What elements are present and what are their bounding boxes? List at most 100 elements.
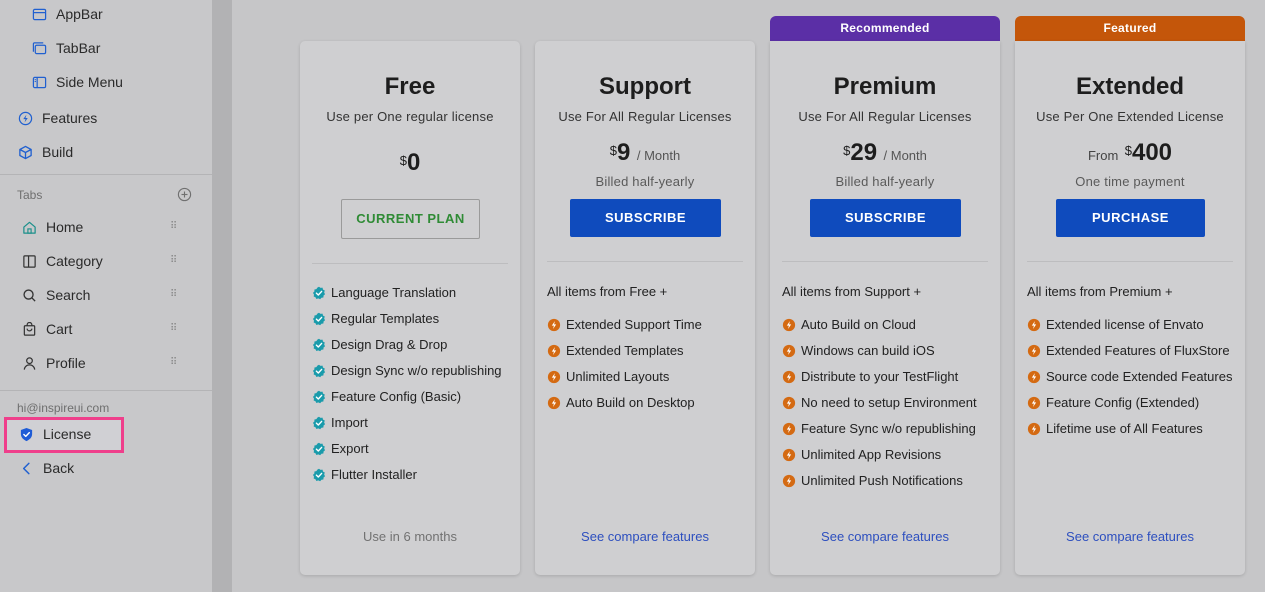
sidebar-item-search[interactable]: Search (21, 284, 90, 306)
drag-handle-icon[interactable]: ⠿ (170, 255, 177, 266)
price-period: / Month (636, 148, 681, 163)
plan-subtitle: Use per One regular license (326, 109, 494, 124)
sidebar-item-category[interactable]: Category (21, 250, 103, 272)
category-icon (21, 253, 37, 269)
verified-check-icon (312, 442, 326, 456)
sidebar-splitter[interactable] (212, 0, 232, 592)
sidebar-item-side-menu[interactable]: Side Menu (31, 71, 123, 93)
sidebar-item-license[interactable]: License (18, 423, 91, 445)
drag-handle-icon[interactable]: ⠿ (170, 357, 177, 368)
plan-title: Free (384, 73, 436, 100)
all-items-label: All items from Premium + (1027, 284, 1173, 299)
shield-check-icon (18, 426, 34, 442)
tabs-section-label: Tabs (17, 188, 43, 202)
plan-price: $0 (300, 149, 520, 177)
add-tab-icon[interactable] (177, 187, 192, 202)
feature-item: Feature Sync w/o republishing (782, 421, 976, 436)
feature-label: Unlimited App Revisions (801, 447, 942, 462)
feature-label: Feature Config (Extended) (1046, 395, 1200, 410)
feature-item: Export (312, 441, 369, 456)
all-items-label: All items from Support + (782, 284, 922, 299)
feature-item: Unlimited Push Notifications (782, 473, 963, 488)
feature-label: No need to setup Environment (801, 395, 977, 410)
price-from-label: From (1087, 148, 1119, 163)
sidebar-item-label: Cart (46, 321, 73, 337)
feature-label: Export (331, 441, 369, 456)
divider (0, 174, 212, 175)
lightning-bolt-icon (1027, 344, 1041, 358)
sidebar-item-label: Category (46, 253, 103, 269)
drag-handle-icon[interactable]: ⠿ (170, 289, 177, 300)
drag-handle-icon[interactable]: ⠿ (170, 323, 177, 334)
lightning-bolt-icon (782, 318, 796, 332)
feature-label: Design Sync w/o republishing (331, 363, 502, 378)
feature-item: Extended Support Time (547, 317, 702, 332)
sidebar-item-tabbar[interactable]: TabBar (31, 37, 100, 59)
sidebar-item-profile[interactable]: Profile (21, 352, 86, 374)
feature-item: Extended license of Envato (1027, 317, 1204, 332)
sidebar-item-label: TabBar (56, 40, 101, 56)
feature-item: Design Sync w/o republishing (312, 363, 502, 378)
sidebar-item-label: Side Menu (56, 74, 123, 90)
plan-card-premium: Premium Use For All Regular Licenses $29… (770, 41, 1000, 575)
feature-item: Import (312, 415, 368, 430)
feature-label: Extended Support Time (566, 317, 702, 332)
lightning-bolt-icon (1027, 396, 1041, 410)
lightning-bolt-icon (782, 396, 796, 410)
sidebar-item-label: Search (46, 287, 91, 303)
feature-label: Import (331, 415, 368, 430)
sidebar-item-features[interactable]: Features (17, 107, 97, 129)
sidebar: AppBar TabBar Side Menu Features Build T… (0, 0, 212, 592)
subscribe-button[interactable]: SUBSCRIBE (810, 199, 961, 237)
feature-label: Extended Templates (566, 343, 684, 358)
recommended-badge: Recommended (770, 16, 1000, 43)
verified-check-icon (312, 338, 326, 352)
feature-label: Unlimited Layouts (566, 369, 670, 384)
feature-label: Flutter Installer (331, 467, 417, 482)
sidebar-item-appbar[interactable]: AppBar (31, 3, 103, 25)
lightning-bolt-icon (782, 474, 796, 488)
tabbar-icon (31, 40, 47, 56)
feature-label: Windows can build iOS (801, 343, 935, 358)
verified-check-icon (312, 390, 326, 404)
feature-item: Flutter Installer (312, 467, 417, 482)
plan-subtitle: Use For All Regular Licenses (558, 109, 732, 124)
feature-item: Distribute to your TestFlight (782, 369, 958, 384)
home-icon (21, 219, 37, 235)
lightning-bolt-icon (782, 448, 796, 462)
feature-label: Lifetime use of All Features (1046, 421, 1203, 436)
lightning-bolt-icon (547, 396, 561, 410)
current-plan-button[interactable]: CURRENT PLAN (341, 199, 480, 239)
sidebar-item-label: License (43, 426, 92, 442)
compare-features-link[interactable]: See compare features (535, 529, 755, 544)
divider (782, 261, 988, 262)
plan-subtitle: Use For All Regular Licenses (798, 109, 972, 124)
plan-card-extended: Extended Use Per One Extended License Fr… (1015, 41, 1245, 575)
price-currency: $ (399, 153, 407, 168)
divider (1027, 261, 1233, 262)
feature-item: Auto Build on Desktop (547, 395, 695, 410)
plan-price: $9 / Month (535, 139, 755, 167)
back-label: Back (43, 460, 75, 476)
compare-features-link[interactable]: See compare features (1015, 529, 1245, 544)
verified-check-icon (312, 416, 326, 430)
feature-item: Feature Config (Basic) (312, 389, 461, 404)
price-currency: $ (1124, 143, 1132, 158)
feature-item: Windows can build iOS (782, 343, 935, 358)
compare-features-link[interactable]: See compare features (770, 529, 1000, 544)
back-button[interactable]: Back (18, 457, 74, 479)
sidebar-item-build[interactable]: Build (17, 141, 73, 163)
lightning-bolt-icon (1027, 370, 1041, 384)
feature-item: No need to setup Environment (782, 395, 977, 410)
chevron-left-icon (18, 460, 34, 476)
sidebar-item-cart[interactable]: Cart (21, 318, 72, 340)
sidebar-item-label: Profile (46, 355, 86, 371)
plan-card-support: Support Use For All Regular Licenses $9 … (535, 41, 755, 575)
appbar-icon (31, 6, 47, 22)
feature-label: Language Translation (331, 285, 457, 300)
subscribe-button[interactable]: SUBSCRIBE (570, 199, 721, 237)
lightning-bolt-icon (782, 344, 796, 358)
drag-handle-icon[interactable]: ⠿ (170, 221, 177, 232)
purchase-button[interactable]: PURCHASE (1056, 199, 1205, 237)
sidebar-item-home[interactable]: Home (21, 216, 83, 238)
